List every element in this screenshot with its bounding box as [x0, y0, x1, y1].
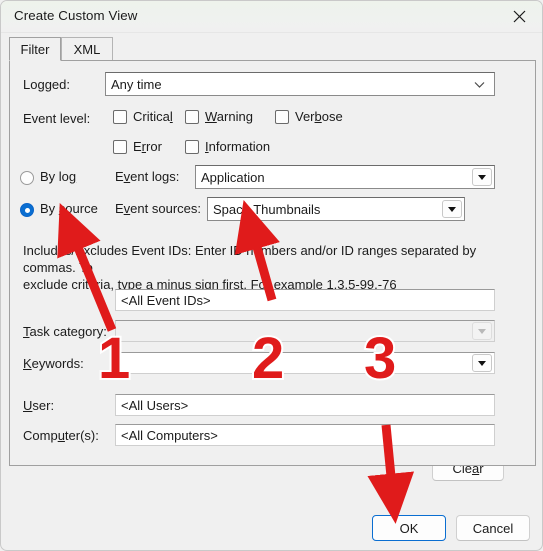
tab-xml[interactable]: XML [61, 37, 113, 61]
checkbox-critical-label: Critical [133, 109, 173, 124]
ok-button[interactable]: OK [372, 515, 446, 541]
cancel-button-label: Cancel [472, 520, 514, 536]
logged-value: Any time [111, 76, 162, 92]
combo-arrow-icon[interactable] [472, 168, 492, 186]
event-ids-value: <All Event IDs> [121, 292, 211, 308]
chevron-down-icon [474, 77, 485, 92]
event-sources-combobox[interactable]: Space Thumbnails [207, 197, 465, 221]
filter-panel: Logged: Any time Event level: Critical W… [9, 60, 536, 466]
event-logs-value: Application [201, 169, 265, 185]
event-ids-description-line-1: Includes/Excludes Event IDs: Enter ID nu… [23, 243, 477, 275]
checkbox-critical[interactable] [113, 110, 127, 124]
create-custom-view-dialog: Create Custom View Filter XML Logged: An… [0, 0, 543, 551]
user-value: <All Users> [121, 397, 189, 413]
screenshot-root: Create Custom View Filter XML Logged: An… [0, 0, 543, 551]
radio-by-log[interactable] [20, 171, 34, 185]
event-level-label: Event level: [23, 111, 91, 126]
computers-value: <All Computers> [121, 427, 218, 443]
event-logs-label: Event logs: [115, 169, 180, 184]
user-input[interactable]: <All Users> [115, 394, 495, 416]
cancel-button[interactable]: Cancel [456, 515, 530, 541]
computers-input[interactable]: <All Computers> [115, 424, 495, 446]
checkbox-information[interactable] [185, 140, 199, 154]
keywords-combobox[interactable] [115, 352, 495, 374]
tab-filter[interactable]: Filter [9, 37, 61, 61]
tab-filter-label: Filter [20, 41, 50, 57]
user-label: User: [23, 398, 55, 413]
checkbox-verbose[interactable] [275, 110, 289, 124]
checkbox-verbose-label: Verbose [295, 109, 343, 124]
title-bar: Create Custom View [1, 1, 542, 33]
tab-strip: Filter XML [9, 37, 536, 61]
combo-arrow-icon[interactable] [472, 354, 492, 372]
checkbox-warning-label: Warning [205, 109, 253, 124]
computers-label: Computer(s): [23, 428, 99, 443]
event-sources-value: Space Thumbnails [213, 201, 321, 217]
annotation-number-1: 1 [96, 326, 132, 391]
checkbox-information-label: Information [205, 139, 271, 154]
annotation-number-2: 2 [250, 326, 286, 391]
combo-arrow-icon[interactable] [442, 200, 462, 218]
event-sources-label: Event sources: [115, 201, 201, 216]
task-category-label: Task category: [23, 324, 107, 339]
task-category-combobox[interactable] [115, 320, 495, 342]
radio-by-source[interactable] [20, 203, 34, 217]
logged-label: Logged: [23, 77, 70, 92]
tab-xml-label: XML [73, 41, 101, 57]
annotation-number-3: 3 [362, 326, 398, 391]
radio-by-source-label: By source [40, 201, 98, 216]
checkbox-warning[interactable] [185, 110, 199, 124]
event-ids-description: Includes/Excludes Event IDs: Enter ID nu… [23, 242, 523, 293]
event-ids-input[interactable]: <All Event IDs> [115, 289, 495, 311]
event-logs-combobox[interactable]: Application [195, 165, 495, 189]
keywords-label: Keywords: [23, 356, 84, 371]
logged-dropdown[interactable]: Any time [105, 72, 495, 96]
combo-arrow-icon[interactable] [472, 322, 492, 340]
checkbox-error[interactable] [113, 140, 127, 154]
ok-button-label: OK [399, 520, 419, 536]
window-title: Create Custom View [14, 8, 138, 23]
close-icon[interactable] [497, 1, 542, 32]
checkbox-error-label: Error [133, 139, 162, 154]
radio-by-log-label: By log [40, 169, 77, 184]
